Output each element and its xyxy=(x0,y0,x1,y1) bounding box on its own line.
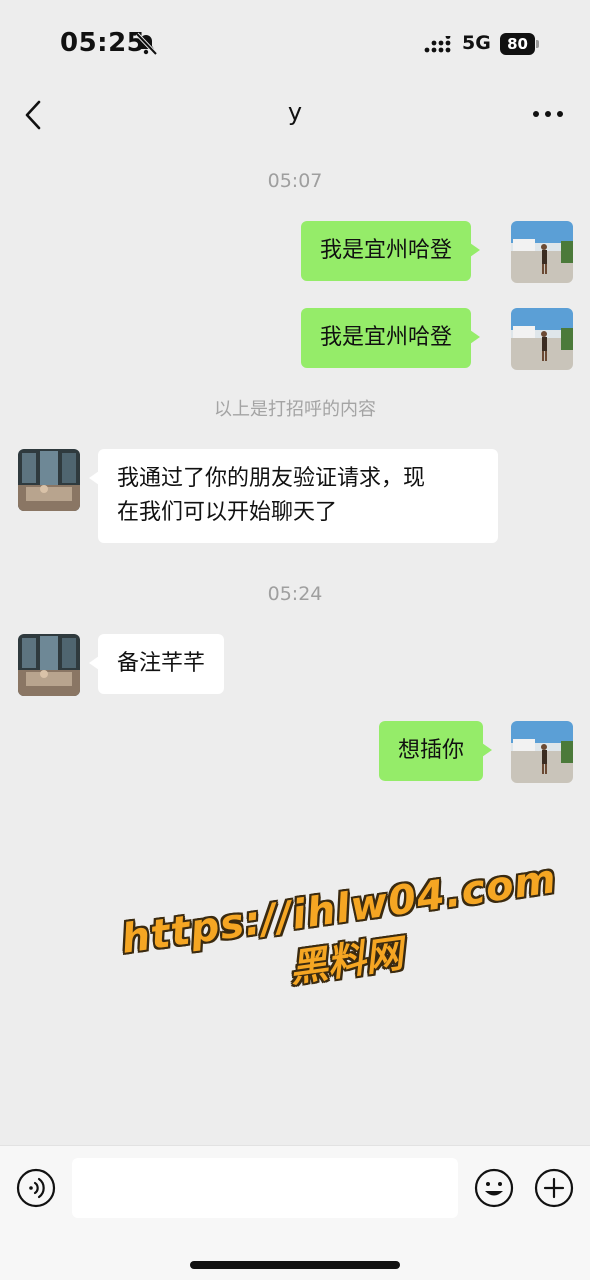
plus-icon[interactable] xyxy=(534,1168,574,1208)
watermark: https://ihlw04.com 黑料网 xyxy=(103,850,588,1054)
my-message-bubble[interactable]: 想插你 xyxy=(379,721,493,781)
message-line: 我通过了你的朋友验证请求，现 xyxy=(117,466,426,491)
avatar-photo-icon xyxy=(511,308,573,370)
contact-message-bubble[interactable]: 备注芊芊 xyxy=(88,634,225,694)
watermark-name: 黑料网 xyxy=(286,931,406,991)
message-timestamp: 05:24 xyxy=(267,583,323,605)
signal-icon xyxy=(424,36,451,53)
message-timestamp: 05:07 xyxy=(267,170,323,192)
more-horizontal-icon[interactable] xyxy=(530,102,566,126)
system-note: 以上是打招呼的内容 xyxy=(214,399,376,420)
input-bar xyxy=(0,1145,590,1280)
battery-indicator: 80 xyxy=(500,33,540,55)
status-bar: 05:25 5G 80 xyxy=(0,0,590,90)
voice-icon[interactable] xyxy=(16,1168,56,1208)
message-input[interactable] xyxy=(72,1158,458,1218)
my-avatar[interactable] xyxy=(511,308,573,370)
my-avatar[interactable] xyxy=(511,721,573,783)
avatar-photo-icon xyxy=(18,449,80,511)
contact-avatar[interactable] xyxy=(18,449,80,511)
my-message-bubble[interactable]: 我是宜州哈登 xyxy=(301,308,481,368)
chat-header: y xyxy=(0,90,590,140)
status-time: 05:25 xyxy=(60,28,146,58)
watermark-url: https://ihlw04.com xyxy=(118,856,560,963)
bell-slash-icon xyxy=(135,32,158,56)
message-line: 在我们可以开始聊天了 xyxy=(117,500,338,525)
avatar-photo-icon xyxy=(511,721,573,783)
my-message-bubble[interactable]: 我是宜州哈登 xyxy=(301,221,481,281)
network-type: 5G xyxy=(462,32,491,54)
battery-level: 80 xyxy=(500,33,535,55)
chat-title: y xyxy=(287,98,303,126)
contact-message-bubble[interactable]: 我通过了你的朋友验证请求，现 在我们可以开始聊天了 xyxy=(89,449,498,543)
home-indicator[interactable] xyxy=(190,1261,400,1269)
contact-avatar[interactable] xyxy=(18,634,80,696)
avatar-photo-icon xyxy=(511,221,573,283)
battery-cap xyxy=(536,40,539,48)
emoji-icon[interactable] xyxy=(474,1168,514,1208)
my-avatar[interactable] xyxy=(511,221,573,283)
avatar-photo-icon xyxy=(18,634,80,696)
